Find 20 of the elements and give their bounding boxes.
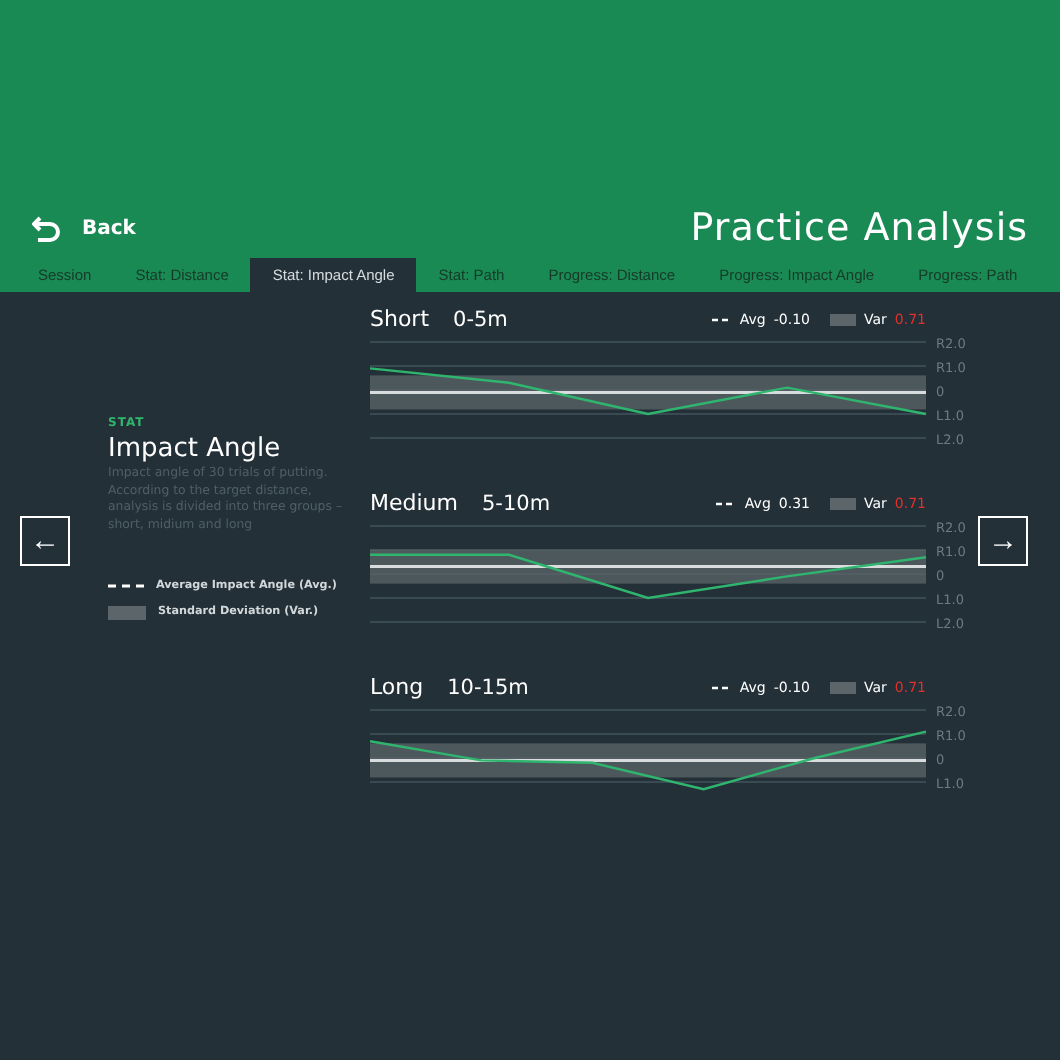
dashed-line-icon <box>108 581 144 590</box>
band-swatch <box>829 681 856 693</box>
group-name: Long <box>370 674 424 700</box>
page-title: Practice Analysis <box>690 206 1028 250</box>
distance-range: 10-15m <box>447 675 529 699</box>
dashed-line-icon <box>711 315 732 323</box>
dashed-line-icon <box>716 499 737 507</box>
previous-button[interactable]: ← <box>20 516 70 566</box>
next-button[interactable]: → <box>978 516 1028 566</box>
group-name: Medium <box>370 490 458 516</box>
back-button[interactable]: Back <box>32 215 136 241</box>
distance-range: 5-10m <box>481 491 551 515</box>
distance-range: 0-5m <box>453 307 508 331</box>
stat-title: Impact Angle <box>108 434 283 464</box>
back-icon <box>32 215 60 241</box>
band-swatch <box>829 313 856 325</box>
group-name: Short <box>370 306 430 332</box>
band-swatch <box>829 497 856 509</box>
dashed-line-icon <box>711 683 732 691</box>
band-swatch <box>108 605 146 620</box>
